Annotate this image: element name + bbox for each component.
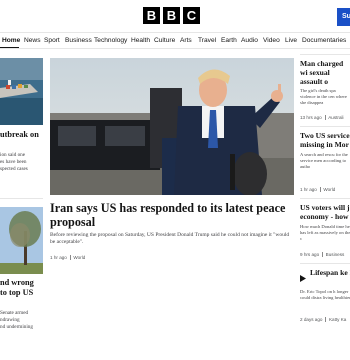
logo-letter: C: [183, 7, 200, 24]
story-summary: Senate armed ndrawing nd undermining: [0, 310, 33, 331]
headline-line: nd wrong: [0, 278, 34, 287]
nav-item-business[interactable]: Business: [65, 37, 92, 45]
timestamp: 1 hr ago: [50, 255, 67, 260]
meta-separator: [69, 255, 71, 260]
main-headline[interactable]: Iran says US has responded to its latest…: [50, 201, 294, 229]
right-headline[interactable]: US voters will j economy - how: [300, 203, 350, 221]
divider: [0, 198, 43, 199]
divider: [300, 263, 350, 264]
right-meta: 9 hrs ago Business: [300, 252, 344, 257]
right-headline[interactable]: Two US service missing in Mor: [300, 131, 350, 149]
right-headline[interactable]: Man charged wi sexual assault o Australi…: [300, 59, 350, 86]
nav-item-travel[interactable]: Travel: [198, 37, 216, 45]
main-meta: 1 hr ago World: [50, 255, 85, 260]
timestamp: 2 days ago: [300, 317, 323, 322]
meta-separator: [322, 252, 323, 257]
logo-letter: B: [163, 7, 180, 24]
nav-item-health[interactable]: Health: [131, 37, 150, 45]
nav-item-culture[interactable]: Culture: [154, 37, 175, 45]
story-image-tree[interactable]: [0, 207, 43, 274]
right-headline-cont: [300, 277, 350, 286]
timestamp: 9 hrs ago: [300, 252, 320, 257]
divider: [300, 198, 350, 199]
right-meta: 2 days ago Katty Ka: [300, 317, 346, 322]
nav-item-home[interactable]: Home: [2, 37, 20, 45]
right-summary: Dr. Eric Topol on h longer could distra …: [300, 289, 350, 300]
category-tag[interactable]: Business: [326, 252, 345, 257]
nav-item-earth[interactable]: Earth: [221, 37, 237, 45]
hero-image[interactable]: [50, 58, 294, 195]
category-tag[interactable]: World: [73, 255, 85, 260]
right-summary: The girl's death spa violence in the cen…: [300, 88, 347, 105]
nav-item-audio[interactable]: Audio: [241, 37, 258, 45]
category-tag[interactable]: Katty Ka: [329, 317, 346, 322]
story-headline[interactable]: utbreak on: [0, 130, 39, 140]
main-nav: Home News Sport Business Technology Heal…: [0, 32, 350, 49]
site-header: B B C Su: [0, 0, 350, 32]
summary-line: nd undermining: [0, 324, 33, 330]
summary-line: ion said one: [0, 152, 26, 158]
logo-letter: B: [143, 7, 160, 24]
summary-line: Senate armed: [0, 310, 29, 316]
timestamp: 13 hrs ago: [300, 115, 322, 120]
nav-item-documentaries[interactable]: Documentaries: [302, 37, 346, 45]
meta-separator: [325, 317, 326, 322]
bbc-logo[interactable]: B B C: [143, 7, 200, 24]
meta-separator: [319, 187, 321, 192]
right-summary: How much Donald time he has left as mass…: [300, 224, 350, 241]
meta-separator: [324, 115, 326, 120]
nav-item-arts[interactable]: Arts: [180, 37, 192, 45]
divider: [300, 54, 350, 55]
category-tag[interactable]: Australi: [328, 115, 343, 120]
nav-item-news[interactable]: News: [24, 37, 41, 45]
summary-line: es have been: [0, 159, 27, 165]
divider: [300, 126, 350, 127]
summary-line: spected cases: [0, 166, 28, 172]
subscribe-button[interactable]: Su: [337, 8, 350, 26]
story-summary: ion said one es have been spected cases: [0, 152, 28, 173]
story-image-ship[interactable]: [0, 58, 43, 125]
main-summary: Before reviewing the proposal on Saturda…: [50, 232, 290, 245]
live-play-icon: [300, 269, 306, 282]
right-headline[interactable]: Lifespan ke healthspan ma: [310, 268, 350, 277]
story-headline[interactable]: nd wrong to top US: [0, 278, 34, 298]
timestamp: 1 hr ago: [300, 187, 317, 192]
right-meta: 13 hrs ago Australi: [300, 115, 344, 120]
nav-item-live[interactable]: Live: [285, 37, 297, 45]
nav-item-sport[interactable]: Sport: [44, 37, 60, 45]
right-meta: 1 hr ago World: [300, 187, 335, 192]
nav-active-indicator: [0, 47, 19, 48]
right-summary: A search and rescu for the service men a…: [300, 152, 348, 169]
nav-item-video[interactable]: Video: [263, 37, 280, 45]
category-tag[interactable]: World: [323, 187, 335, 192]
summary-line: ndrawing: [0, 317, 20, 323]
nav-item-technology[interactable]: Technology: [94, 37, 127, 45]
headline-line: to top US: [0, 288, 34, 297]
